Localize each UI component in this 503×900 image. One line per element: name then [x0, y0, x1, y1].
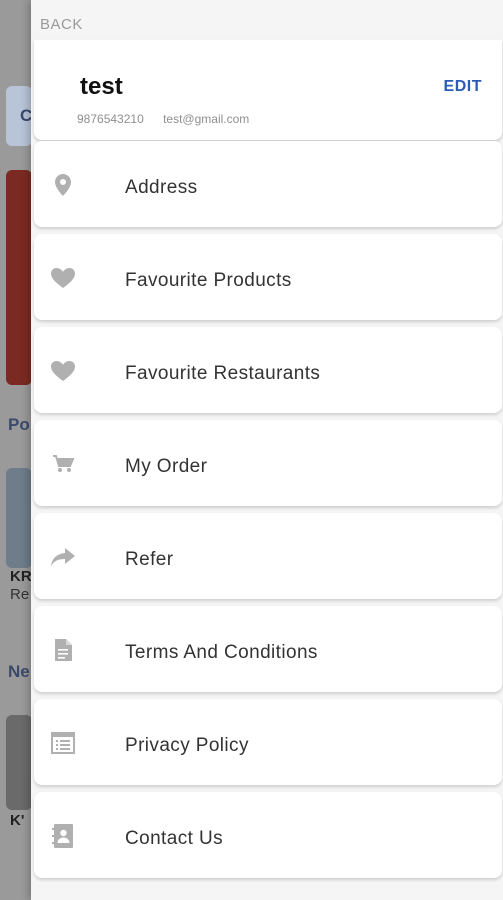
location-pin-icon: [50, 173, 76, 197]
drawer-menu: Address Favourite Products Favourite Res…: [34, 141, 502, 885]
bg-banner-image: [6, 170, 32, 385]
heart-icon: [50, 266, 76, 290]
navigation-drawer: BACK test EDIT 9876543210 test@gmail.com…: [31, 0, 503, 900]
menu-item-address[interactable]: Address: [34, 141, 502, 227]
bg-fragment: K': [10, 812, 25, 829]
menu-item-refer[interactable]: Refer: [34, 513, 502, 599]
contact-book-icon: [50, 824, 76, 848]
menu-item-label: Favourite Products: [125, 270, 292, 291]
profile-name: test: [80, 73, 123, 100]
profile-card: test EDIT 9876543210 test@gmail.com: [34, 40, 502, 140]
edit-profile-button[interactable]: EDIT: [444, 78, 482, 96]
profile-meta: 9876543210 test@gmail.com: [77, 112, 249, 126]
menu-item-contact-us[interactable]: Contact Us: [34, 792, 502, 878]
menu-item-label: Favourite Restaurants: [125, 363, 321, 384]
back-button[interactable]: BACK: [40, 16, 83, 33]
menu-item-label: Address: [125, 177, 198, 198]
menu-item-label: My Order: [125, 456, 208, 477]
profile-email: test@gmail.com: [163, 112, 250, 126]
menu-item-label: Terms And Conditions: [125, 642, 318, 663]
menu-item-favourite-restaurants[interactable]: Favourite Restaurants: [34, 327, 502, 413]
heart-icon: [50, 359, 76, 383]
bg-restaurant-image: [6, 715, 32, 810]
menu-item-label: Contact Us: [125, 828, 223, 849]
profile-phone: 9876543210: [77, 112, 144, 126]
bg-fragment: Re: [10, 586, 30, 603]
menu-item-label: Privacy Policy: [125, 735, 249, 756]
list-icon: [50, 731, 76, 755]
menu-item-my-order[interactable]: My Order: [34, 420, 502, 506]
share-arrow-icon: [50, 545, 76, 569]
cart-icon: [50, 452, 76, 476]
menu-item-privacy-policy[interactable]: Privacy Policy: [34, 699, 502, 785]
bg-fragment: Po: [8, 415, 30, 434]
menu-item-favourite-products[interactable]: Favourite Products: [34, 234, 502, 320]
menu-item-label: Refer: [125, 549, 174, 570]
bg-fragment: Ne: [8, 662, 30, 681]
bg-restaurant-image: [6, 468, 32, 568]
bg-fragment: KR: [10, 568, 32, 585]
menu-item-terms-and-conditions[interactable]: Terms And Conditions: [34, 606, 502, 692]
document-icon: [50, 638, 76, 662]
